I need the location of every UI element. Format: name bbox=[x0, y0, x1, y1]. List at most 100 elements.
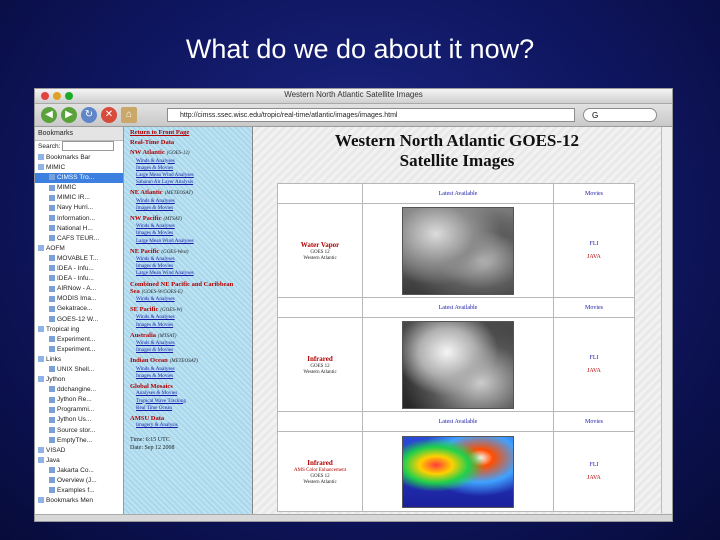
bookmark-item[interactable]: Java bbox=[35, 456, 123, 466]
sidebar-search-input[interactable] bbox=[62, 141, 115, 152]
nav-link[interactable]: Winds & Analyses bbox=[136, 256, 252, 263]
latest-available-header[interactable]: Latest Available bbox=[439, 305, 478, 311]
bookmark-item[interactable]: AOFM bbox=[35, 244, 123, 254]
window-title: Western North Atlantic Satellite Images bbox=[284, 90, 423, 99]
nav-section-title[interactable]: Real-Time Data bbox=[130, 139, 252, 146]
flash-movie-link[interactable]: FLI bbox=[590, 355, 599, 361]
nav-section-title[interactable]: AMSU Data bbox=[130, 415, 252, 422]
movies-header[interactable]: Movies bbox=[585, 305, 603, 311]
nav-link[interactable]: Images & Movies bbox=[136, 263, 252, 270]
nav-link[interactable]: Winds & Analyses bbox=[136, 158, 252, 165]
nav-link[interactable]: Analyses & Movies bbox=[136, 390, 252, 397]
bookmark-item[interactable]: ddchangine... bbox=[35, 385, 123, 395]
bookmark-item[interactable]: IDEA - Infu... bbox=[35, 264, 123, 274]
movies-header[interactable]: Movies bbox=[585, 419, 603, 425]
nav-section-title[interactable]: Combined NE Pacific and Caribbean Sea (GO… bbox=[130, 281, 252, 296]
bookmark-item[interactable]: Experiment... bbox=[35, 335, 123, 345]
bookmark-item[interactable]: CAFS TEUR... bbox=[35, 234, 123, 244]
bookmark-item[interactable]: Jython Us... bbox=[35, 415, 123, 425]
nav-link[interactable]: Real Time Ocean bbox=[136, 405, 252, 412]
reload-icon[interactable]: ↻ bbox=[81, 107, 97, 123]
java-movie-link[interactable]: JAVA bbox=[587, 475, 601, 481]
bookmark-item[interactable]: MIMIC bbox=[35, 163, 123, 173]
back-arrow-icon[interactable]: ◀ bbox=[41, 107, 57, 123]
flash-movie-link[interactable]: FLI bbox=[590, 462, 599, 468]
bookmark-item[interactable]: Links bbox=[35, 355, 123, 365]
bookmark-item[interactable]: Navy Hurri... bbox=[35, 203, 123, 213]
bookmark-item[interactable]: Tropical ing bbox=[35, 325, 123, 335]
flash-movie-link[interactable]: FLI bbox=[590, 241, 599, 247]
bookmark-item[interactable]: EmptyThe... bbox=[35, 436, 123, 446]
stop-icon[interactable]: ✕ bbox=[101, 107, 117, 123]
bookmark-item[interactable]: Examples f... bbox=[35, 486, 123, 496]
bookmark-item[interactable]: Source stor... bbox=[35, 426, 123, 436]
nav-section-title[interactable]: NE Atlantic (METEOSAT) bbox=[130, 189, 252, 197]
java-movie-link[interactable]: JAVA bbox=[587, 254, 601, 260]
nav-link[interactable]: Winds & Analyses bbox=[136, 314, 252, 321]
nav-section-title[interactable]: Australia (MTSAT) bbox=[130, 332, 252, 340]
nav-link[interactable]: Large Mean Wind Analyses bbox=[136, 238, 252, 245]
water-vapor-image[interactable] bbox=[402, 206, 514, 295]
nav-link[interactable]: Winds & Analyses bbox=[136, 223, 252, 230]
bookmark-item[interactable]: National H... bbox=[35, 224, 123, 234]
bookmark-item[interactable]: MOVABLE T... bbox=[35, 254, 123, 264]
infrared-image[interactable] bbox=[402, 320, 514, 409]
nav-link[interactable]: Images & Movies bbox=[136, 373, 252, 380]
java-movie-link[interactable]: JAVA bbox=[587, 368, 601, 374]
bookmark-item[interactable]: Overview (J... bbox=[35, 476, 123, 486]
bookmark-icon bbox=[49, 305, 55, 312]
nav-link[interactable]: Winds & Analyses bbox=[136, 296, 252, 303]
status-bar bbox=[35, 514, 672, 521]
nav-link[interactable]: Images & Movies bbox=[136, 322, 252, 329]
nav-section-title[interactable]: Global Mosaics bbox=[130, 383, 252, 390]
bookmark-item[interactable]: MIMIC bbox=[35, 183, 123, 193]
nav-section-title[interactable]: NW Atlantic (GOES-12) bbox=[130, 149, 252, 157]
nav-section-title[interactable]: NW Pacific (MTSAT) bbox=[130, 215, 252, 223]
bookmark-item[interactable]: Jython Re... bbox=[35, 395, 123, 405]
bookmark-item[interactable]: MODIS Ima... bbox=[35, 294, 123, 304]
nav-link[interactable]: Large Mean Wind Analyses bbox=[136, 270, 252, 277]
nav-link[interactable]: Images & Movies bbox=[136, 230, 252, 237]
bookmark-item[interactable]: Jython bbox=[35, 375, 123, 385]
bookmark-item[interactable]: GOES-12 W... bbox=[35, 315, 123, 325]
bookmark-item[interactable]: UNIX Shell... bbox=[35, 365, 123, 375]
bookmark-label: Programmi... bbox=[57, 406, 95, 414]
nav-link[interactable]: Winds & Analyses bbox=[136, 198, 252, 205]
bookmark-item[interactable]: Programmi... bbox=[35, 405, 123, 415]
nav-link[interactable]: Winds & Analyses bbox=[136, 366, 252, 373]
bookmark-item[interactable]: CIMSS Tro... bbox=[35, 173, 123, 184]
bookmark-item[interactable]: MIMIC IR... bbox=[35, 193, 123, 203]
nav-section-title[interactable]: Indian Ocean (METEOSAT) bbox=[130, 357, 252, 365]
search-field[interactable]: G bbox=[583, 108, 657, 122]
nav-link[interactable]: Images & Movies bbox=[136, 165, 252, 172]
bookmark-item[interactable]: Jakarta Co... bbox=[35, 466, 123, 476]
bookmark-item[interactable]: IDEA - Infu... bbox=[35, 274, 123, 284]
nav-link[interactable]: Imagery & Analysis bbox=[136, 422, 252, 429]
bookmark-item[interactable]: Information... bbox=[35, 214, 123, 224]
nav-link[interactable]: Tropical Wave Tracking bbox=[136, 398, 252, 405]
infrared-color-image[interactable] bbox=[402, 435, 514, 508]
vertical-scrollbar[interactable] bbox=[661, 127, 672, 513]
nav-section-label: SE Pacific bbox=[130, 306, 159, 314]
latest-available-header[interactable]: Latest Available bbox=[439, 191, 478, 197]
bookmark-item[interactable]: Bookmarks Men bbox=[35, 496, 123, 506]
bookmark-item[interactable]: Experiment... bbox=[35, 345, 123, 355]
bookmark-item[interactable]: VISAD bbox=[35, 446, 123, 456]
nav-link[interactable]: Large Mean Wind Analyses bbox=[136, 172, 252, 179]
return-front-page-link[interactable]: Return to Front Page bbox=[130, 129, 252, 136]
latest-available-header[interactable]: Latest Available bbox=[439, 419, 478, 425]
forward-arrow-icon[interactable]: ▶ bbox=[61, 107, 77, 123]
nav-link[interactable]: Images & Movies bbox=[136, 205, 252, 212]
home-icon[interactable]: ⌂ bbox=[121, 107, 137, 123]
url-field[interactable]: http://cimss.ssec.wisc.edu/tropic/real-t… bbox=[167, 108, 575, 122]
nav-link[interactable]: Saharan Air Layer Analysis bbox=[136, 179, 252, 186]
bookmark-item[interactable]: Gekatrace... bbox=[35, 304, 123, 314]
bookmark-item[interactable]: Bookmarks Bar bbox=[35, 153, 123, 163]
nav-section-title[interactable]: NE Pacific (GOES-West) bbox=[130, 248, 252, 256]
movies-header[interactable]: Movies bbox=[585, 191, 603, 197]
bookmark-icon bbox=[49, 214, 55, 221]
nav-link[interactable]: Winds & Analyses bbox=[136, 340, 252, 347]
bookmark-item[interactable]: AIRNow - A... bbox=[35, 284, 123, 294]
nav-link[interactable]: Images & Movies bbox=[136, 347, 252, 354]
nav-section-title[interactable]: SE Pacific (GOES-W) bbox=[130, 306, 252, 314]
